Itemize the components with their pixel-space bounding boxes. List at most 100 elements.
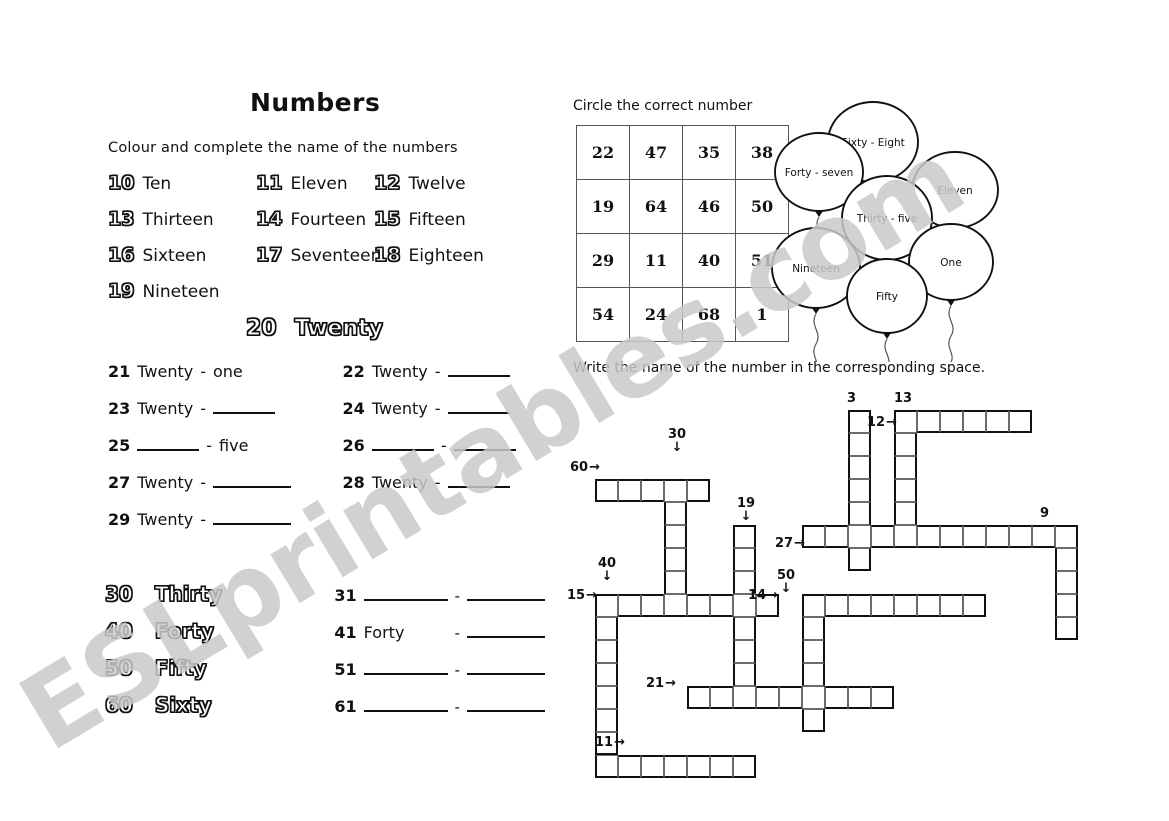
crossword-cell[interactable] [940,525,963,548]
crossword-cell[interactable] [687,686,710,709]
answer-blank[interactable] [447,473,510,488]
crossword-cell[interactable] [894,479,917,502]
answer-blank[interactable] [447,399,510,414]
crossword-cell[interactable] [687,479,710,502]
crossword-cell[interactable] [618,755,641,778]
crossword-cell[interactable] [733,686,756,709]
number-grid-cell[interactable]: 64 [629,179,683,234]
crossword-cell[interactable] [917,525,940,548]
crossword-cell[interactable] [1009,410,1032,433]
answer-blank[interactable] [371,436,434,451]
crossword-cell[interactable] [963,594,986,617]
crossword-cell[interactable] [986,525,1009,548]
crossword-cell[interactable] [664,479,687,502]
crossword-cell[interactable] [848,594,871,617]
number-grid-cell[interactable]: 54 [576,287,630,342]
crossword-cell[interactable] [664,548,687,571]
crossword-cell[interactable] [664,525,687,548]
crossword-cell[interactable] [595,640,618,663]
crossword-cell[interactable] [917,410,940,433]
crossword-cell[interactable] [802,686,825,709]
answer-blank[interactable] [212,473,291,488]
crossword-cell[interactable] [1055,594,1078,617]
crossword-cell[interactable] [641,594,664,617]
number-grid-cell[interactable]: 22 [576,125,630,180]
crossword-cell[interactable] [1032,525,1055,548]
crossword-cell[interactable] [871,686,894,709]
number-grid-cell[interactable]: 46 [682,179,736,234]
crossword-cell[interactable] [825,686,848,709]
crossword-cell[interactable] [802,640,825,663]
answer-blank[interactable] [467,697,545,712]
crossword-cell[interactable] [641,755,664,778]
crossword-cell[interactable] [733,640,756,663]
crossword-cell[interactable] [687,594,710,617]
crossword-cell[interactable] [802,617,825,640]
crossword-cell[interactable] [595,617,618,640]
crossword-cell[interactable] [848,502,871,525]
answer-blank[interactable] [447,362,510,377]
crossword-cell[interactable] [664,502,687,525]
crossword-cell[interactable] [963,525,986,548]
crossword-cell[interactable] [802,709,825,732]
crossword-cell[interactable] [871,525,894,548]
crossword-cell[interactable] [1055,525,1078,548]
crossword-cell[interactable] [1055,571,1078,594]
crossword-cell[interactable] [664,594,687,617]
crossword-cell[interactable] [917,594,940,617]
crossword-cell[interactable] [848,548,871,571]
answer-blank[interactable] [212,510,291,525]
crossword-cell[interactable] [894,594,917,617]
crossword-cell[interactable] [710,686,733,709]
crossword-cell[interactable] [595,709,618,732]
answer-blank[interactable] [363,660,448,675]
crossword-cell[interactable] [595,755,618,778]
crossword-cell[interactable] [595,686,618,709]
number-grid-cell[interactable]: 29 [576,233,630,288]
crossword-cell[interactable] [894,525,917,548]
crossword-cell[interactable] [710,594,733,617]
crossword-cell[interactable] [940,594,963,617]
answer-blank[interactable] [467,623,545,638]
crossword-cell[interactable] [802,525,825,548]
crossword-cell[interactable] [595,594,618,617]
number-grid-cell[interactable]: 11 [629,233,683,288]
answer-blank[interactable] [453,436,516,451]
crossword-cell[interactable] [848,479,871,502]
crossword-cell[interactable] [687,755,710,778]
answer-blank[interactable] [212,399,275,414]
crossword-cell[interactable] [733,663,756,686]
number-grid-cell[interactable]: 19 [576,179,630,234]
crossword-cell[interactable] [871,594,894,617]
crossword-cell[interactable] [1055,548,1078,571]
crossword-cell[interactable] [825,594,848,617]
crossword-cell[interactable] [1009,525,1032,548]
crossword-cell[interactable] [710,755,733,778]
answer-blank[interactable] [467,660,545,675]
crossword-cell[interactable] [963,410,986,433]
crossword-cell[interactable] [779,686,802,709]
crossword-cell[interactable] [825,525,848,548]
crossword-cell[interactable] [986,410,1009,433]
crossword-cell[interactable] [664,755,687,778]
number-grid-cell[interactable]: 40 [682,233,736,288]
answer-blank[interactable] [363,586,448,601]
number-grid-cell[interactable]: 35 [682,125,736,180]
number-grid-cell[interactable]: 24 [629,287,683,342]
crossword-cell[interactable] [940,410,963,433]
answer-blank[interactable] [363,697,448,712]
crossword-cell[interactable] [733,755,756,778]
crossword-cell[interactable] [802,663,825,686]
crossword-cell[interactable] [894,456,917,479]
balloon-fifty[interactable]: Fifty [846,258,928,362]
crossword-cell[interactable] [894,502,917,525]
crossword-cell[interactable] [618,594,641,617]
crossword-cell[interactable] [733,525,756,548]
crossword-cell[interactable] [618,479,641,502]
crossword-cell[interactable] [641,479,664,502]
crossword-cell[interactable] [595,479,618,502]
answer-blank[interactable] [137,436,200,451]
number-grid-cell[interactable]: 47 [629,125,683,180]
crossword-cell[interactable] [1055,617,1078,640]
crossword-cell[interactable] [848,433,871,456]
